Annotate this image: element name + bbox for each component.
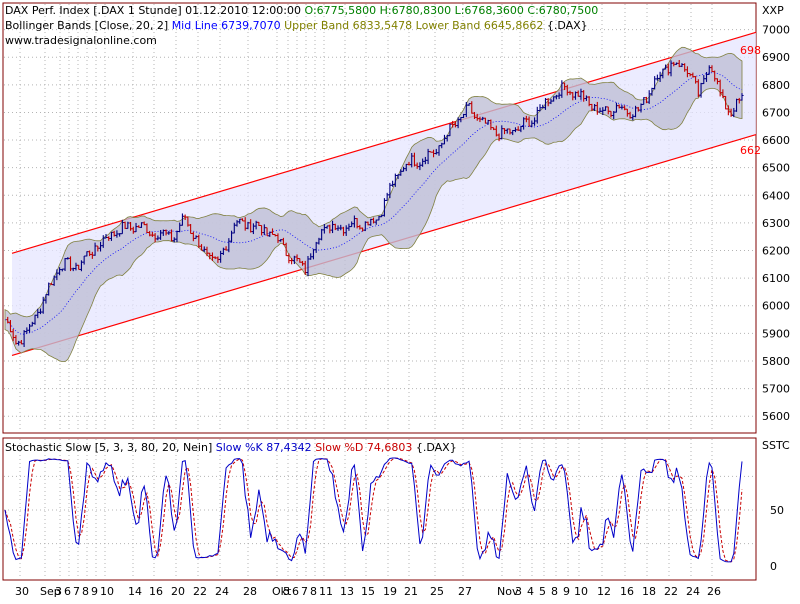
- instrument-name: DAX Perf. Index [.DAX 1 Stunde] 01.12.20…: [5, 4, 304, 17]
- y-tick-label: 6200: [762, 245, 790, 258]
- y-tick-label: 5900: [762, 327, 790, 340]
- x-tick-label: 8: [82, 585, 89, 598]
- header-line-2: Bollinger Bands [Close, 20, 2] Mid Line …: [5, 19, 588, 32]
- channel-lower-label: 662: [740, 144, 761, 157]
- x-tick-label: 7: [301, 585, 308, 598]
- x-tick-label: 21: [404, 585, 418, 598]
- y-tick-label: 5800: [762, 355, 790, 368]
- slow-k-value: Slow %K 87,4342: [216, 441, 315, 454]
- y-tick-label: 6800: [762, 79, 790, 92]
- x-tick-label: 7: [73, 585, 80, 598]
- x-tick-label: 15: [361, 585, 375, 598]
- x-tick-label: 9: [91, 585, 98, 598]
- y-tick-label: 6900: [762, 51, 790, 64]
- x-tick-label: 20: [171, 585, 185, 598]
- header-line-3: www.tradesignalonline.com: [5, 34, 157, 47]
- stochastic-name: Stochastic Slow [5, 3, 3, 80, 20, Nein]: [5, 441, 216, 454]
- ohlc-values: O:6775,5800 H:6780,8300 L:6768,3600: [304, 4, 527, 17]
- x-axis: 30 Sep3 6 7 8 9 10 14 16 20 22 24 28 Okt5 6 7 8 11 13 15 19 2…: [15, 585, 721, 598]
- y-tick-label: 6700: [762, 106, 790, 119]
- main-y-axis: 5600 5700 5800 5900 6000 6100 6200 6300 6400 6500…: [762, 4, 790, 423]
- dax-chart-svg: 5600570058005900600061006200630064006500…: [2, 2, 790, 598]
- y-tick-label: 7000: [762, 24, 790, 37]
- x-tick-label: 24: [215, 585, 229, 598]
- bollinger-symbol: {.DAX}: [547, 19, 588, 32]
- y-tick-label: 6400: [762, 189, 790, 202]
- header-line-1: DAX Perf. Index [.DAX 1 Stunde] 01.12.20…: [5, 4, 598, 17]
- close-value: C:6780,7500: [527, 4, 598, 17]
- x-tick-label: 24: [686, 585, 700, 598]
- x-tick-label: 5: [539, 585, 546, 598]
- x-tick-label: 13: [340, 585, 354, 598]
- y-tick-label: 6500: [762, 162, 790, 175]
- x-tick-label: 12: [597, 585, 611, 598]
- mid-line-value: Mid Line 6739,7070: [172, 19, 284, 32]
- sub-y-tick-label: 50: [770, 504, 784, 517]
- x-tick-label: 8: [551, 585, 558, 598]
- x-tick-label: 6: [292, 585, 299, 598]
- x-tick-label: 18: [642, 585, 656, 598]
- x-tick-label: 9: [563, 585, 570, 598]
- slow-d-value: Slow %D 74,6803: [315, 441, 416, 454]
- y-tick-label: 6000: [762, 300, 790, 313]
- x-tick-label: 10: [100, 585, 114, 598]
- channel-upper-label: 698: [740, 44, 761, 57]
- y-tick-label: 5700: [762, 383, 790, 396]
- x-tick-label: 6: [64, 585, 71, 598]
- x-tick-label: 19: [383, 585, 397, 598]
- x-tick-label: 16: [149, 585, 163, 598]
- x-tick-label: 8: [310, 585, 317, 598]
- lower-band-value: Lower Band 6645,8662: [416, 19, 547, 32]
- y-tick-label: 6100: [762, 272, 790, 285]
- upper-band-value: Upper Band 6833,5478: [284, 19, 416, 32]
- chart-container: 5600 5700 5800 5900 6000 6100 6200 6300 6400 6500…: [0, 0, 800, 600]
- x-tick-label: 4: [527, 585, 534, 598]
- y-tick-label: 6600: [762, 134, 790, 147]
- x-tick-label: 14: [128, 585, 142, 598]
- x-tick-label: 16: [620, 585, 634, 598]
- stochastic-symbol: {.DAX}: [416, 441, 457, 454]
- x-tick-label: 5: [283, 585, 290, 598]
- sub-y-axis: SSTC 0 50: [762, 439, 790, 573]
- sub-axis-label: SSTC: [762, 439, 790, 452]
- x-tick-label: 22: [664, 585, 678, 598]
- sub-panel-frame: [2, 437, 757, 581]
- x-tick-label: 25: [430, 585, 444, 598]
- x-tick-label: 28: [243, 585, 257, 598]
- y-tick-label: 6300: [762, 217, 790, 230]
- x-tick-label: 10: [574, 585, 588, 598]
- x-tick-label: 27: [458, 585, 472, 598]
- sub-header-line: Stochastic Slow [5, 3, 3, 80, 20, Nein] …: [5, 441, 457, 454]
- bollinger-name: Bollinger Bands [Close, 20, 2]: [5, 19, 172, 32]
- sub-y-tick-label: 0: [770, 560, 777, 573]
- x-tick-label: 11: [319, 585, 333, 598]
- source-url: www.tradesignalonline.com: [5, 34, 157, 47]
- y-tick-label: 5600: [762, 410, 790, 423]
- main-axis-label: XXP: [762, 4, 784, 17]
- x-tick-label: 30: [15, 585, 29, 598]
- x-tick-label: 22: [193, 585, 207, 598]
- x-tick-label: 3: [55, 585, 62, 598]
- x-tick-label: 3: [515, 585, 522, 598]
- x-tick-label: 26: [707, 585, 721, 598]
